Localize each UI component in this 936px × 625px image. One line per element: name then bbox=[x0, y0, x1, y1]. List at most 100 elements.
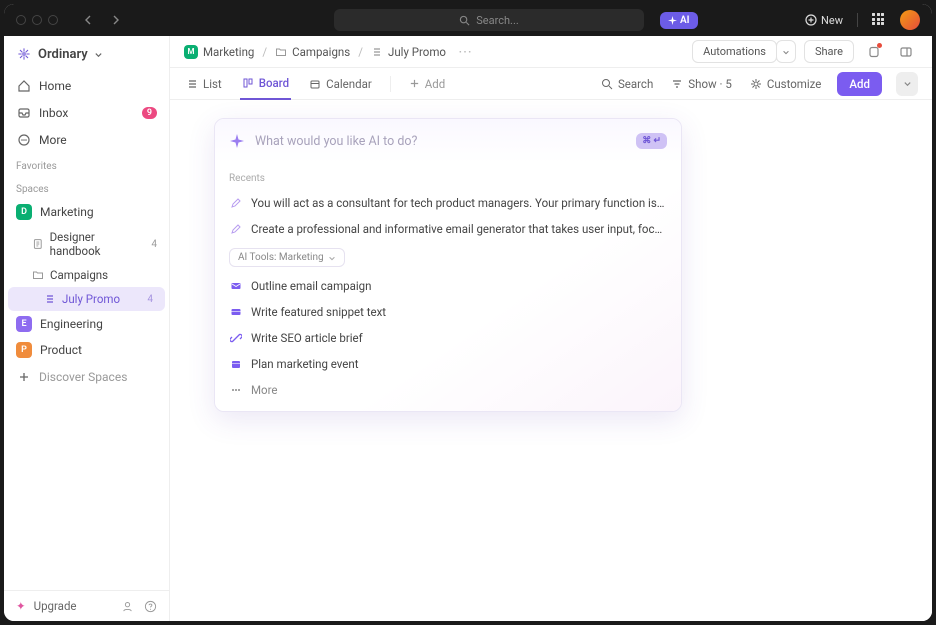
add-button[interactable]: Add bbox=[837, 72, 882, 96]
more-icon bbox=[16, 132, 31, 147]
card-icon bbox=[229, 305, 243, 319]
sidebar: Ordinary Home Inbox 9 More Favorites Spa… bbox=[4, 36, 170, 621]
space-marketing[interactable]: D Marketing bbox=[4, 199, 169, 225]
tree-july-promo[interactable]: July Promo 4 bbox=[8, 287, 165, 311]
home-label: Home bbox=[39, 79, 71, 93]
dots-icon bbox=[229, 383, 243, 397]
automations-dropdown[interactable] bbox=[776, 40, 796, 63]
chevron-down-icon bbox=[903, 79, 912, 88]
invite-icon[interactable] bbox=[121, 600, 134, 613]
sidebar-more[interactable]: More bbox=[4, 126, 169, 153]
more-menu-icon[interactable]: ⋯ bbox=[458, 44, 472, 60]
share-button[interactable]: Share bbox=[804, 40, 854, 63]
crumb-sep: / bbox=[358, 45, 363, 59]
notification-dot bbox=[877, 43, 882, 48]
close-dot[interactable] bbox=[16, 15, 26, 25]
panel-toggle[interactable] bbox=[894, 40, 918, 64]
calendar-icon bbox=[309, 78, 321, 90]
space-label: Marketing bbox=[40, 205, 94, 219]
space-engineering[interactable]: E Engineering bbox=[4, 311, 169, 337]
tool-item[interactable]: Write SEO article brief bbox=[215, 325, 681, 351]
sidebar-inbox[interactable]: Inbox 9 bbox=[4, 99, 169, 126]
upgrade-label[interactable]: Upgrade bbox=[34, 599, 77, 613]
spaces-section: Spaces bbox=[4, 176, 169, 199]
recent-item[interactable]: You will act as a consultant for tech pr… bbox=[215, 190, 681, 216]
sidebar-footer: ✦ Upgrade bbox=[4, 590, 169, 621]
discover-spaces[interactable]: Discover Spaces bbox=[4, 363, 169, 390]
favorites-section: Favorites bbox=[4, 153, 169, 176]
search-icon bbox=[459, 15, 470, 26]
view-add[interactable]: Add bbox=[407, 68, 447, 100]
doc-icon bbox=[32, 238, 44, 250]
crumb-page-label: July Promo bbox=[388, 45, 446, 59]
global-search[interactable]: Search... bbox=[334, 9, 644, 31]
more-tools[interactable]: More bbox=[215, 377, 681, 403]
tool-item[interactable]: Plan marketing event bbox=[215, 351, 681, 377]
tree-designer-handbook[interactable]: Designer handbook 4 bbox=[4, 225, 169, 263]
chevron-down-icon bbox=[328, 254, 336, 262]
separator bbox=[857, 13, 858, 27]
tool-item[interactable]: Write featured snippet text bbox=[215, 299, 681, 325]
more-text: More bbox=[251, 383, 278, 397]
calendar-icon bbox=[229, 357, 243, 371]
home-icon bbox=[16, 78, 31, 93]
space-label: Engineering bbox=[40, 317, 103, 331]
plus-circle-icon bbox=[805, 14, 817, 26]
workspace-switcher[interactable]: Ordinary bbox=[4, 36, 169, 72]
nav-back[interactable] bbox=[78, 9, 100, 31]
tree-count: 4 bbox=[147, 294, 153, 305]
crumb-space-label: Marketing bbox=[203, 45, 254, 59]
space-product[interactable]: P Product bbox=[4, 337, 169, 363]
crumb-space[interactable]: M Marketing bbox=[184, 45, 254, 59]
tree-campaigns[interactable]: Campaigns bbox=[4, 263, 169, 287]
toolbar-search[interactable]: Search bbox=[599, 68, 655, 100]
view-list[interactable]: List bbox=[184, 68, 224, 100]
new-button[interactable]: New bbox=[805, 14, 843, 27]
tool-text: Write SEO article brief bbox=[251, 331, 363, 345]
add-dropdown[interactable] bbox=[896, 72, 918, 96]
ai-shortcut: ⌘ ↵ bbox=[636, 133, 667, 149]
recent-item[interactable]: Create a professional and informative em… bbox=[215, 216, 681, 242]
list-icon bbox=[44, 293, 56, 305]
search-placeholder: Search... bbox=[476, 14, 519, 27]
tree-label: Campaigns bbox=[50, 268, 108, 282]
chevron-down-icon bbox=[782, 48, 790, 56]
tools-chip[interactable]: AI Tools: Marketing bbox=[229, 248, 345, 267]
tool-text: Write featured snippet text bbox=[251, 305, 386, 319]
tool-text: Plan marketing event bbox=[251, 357, 359, 371]
ai-panel: What would you like AI to do? ⌘ ↵ Recent… bbox=[214, 118, 682, 412]
tree-label: Designer handbook bbox=[50, 230, 146, 258]
maximize-dot[interactable] bbox=[48, 15, 58, 25]
view-board[interactable]: Board bbox=[240, 68, 291, 100]
crumb-page[interactable]: July Promo bbox=[371, 45, 446, 59]
space-badge: E bbox=[16, 316, 32, 332]
automations-button[interactable]: Automations bbox=[692, 40, 777, 63]
panel-icon bbox=[899, 45, 913, 59]
link-icon bbox=[229, 331, 243, 345]
space-badge: D bbox=[16, 204, 32, 220]
notifications-button[interactable] bbox=[862, 40, 886, 64]
ai-prompt-row[interactable]: What would you like AI to do? ⌘ ↵ bbox=[215, 119, 681, 163]
crumb-folder[interactable]: Campaigns bbox=[275, 45, 350, 59]
breadcrumb-row: M Marketing / Campaigns / July Promo ⋯ A… bbox=[170, 36, 932, 68]
ai-label: AI bbox=[680, 15, 690, 26]
user-avatar[interactable] bbox=[900, 10, 920, 30]
apps-icon[interactable] bbox=[872, 13, 886, 27]
titlebar: Search... AI New bbox=[4, 4, 932, 36]
folder-icon bbox=[275, 46, 287, 58]
nav-forward[interactable] bbox=[104, 9, 126, 31]
main: M Marketing / Campaigns / July Promo ⋯ A… bbox=[170, 36, 932, 621]
toolbar-show[interactable]: Show · 5 bbox=[669, 68, 734, 100]
inbox-badge: 9 bbox=[142, 107, 157, 119]
ai-button[interactable]: AI bbox=[660, 12, 698, 29]
tool-item[interactable]: Outline email campaign bbox=[215, 273, 681, 299]
recent-text: Create a professional and informative em… bbox=[251, 222, 667, 236]
sidebar-home[interactable]: Home bbox=[4, 72, 169, 99]
toolbar-customize[interactable]: Customize bbox=[748, 68, 824, 100]
tree-count: 4 bbox=[151, 239, 157, 250]
crumb-sep: / bbox=[262, 45, 267, 59]
help-icon[interactable] bbox=[144, 600, 157, 613]
pencil-icon bbox=[229, 222, 243, 236]
view-calendar[interactable]: Calendar bbox=[307, 68, 374, 100]
minimize-dot[interactable] bbox=[32, 15, 42, 25]
